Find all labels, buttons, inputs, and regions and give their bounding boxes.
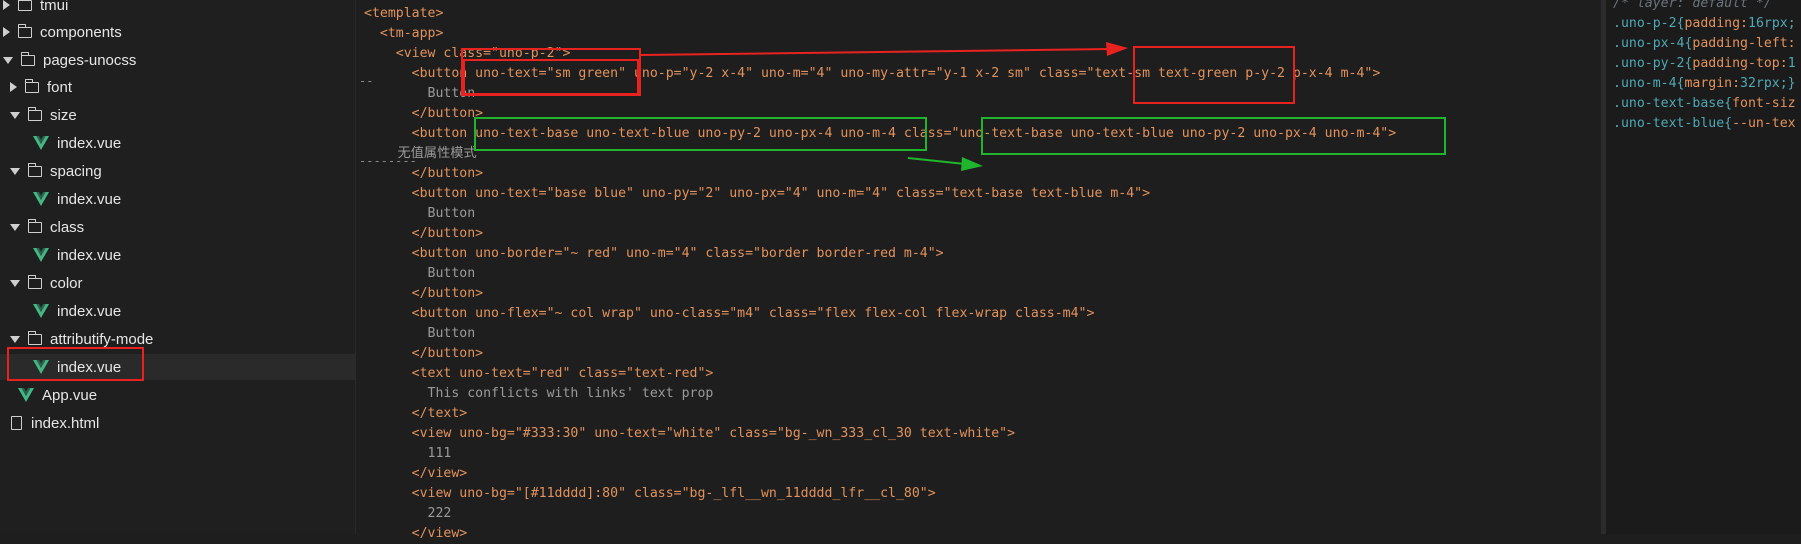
tree-folder-components[interactable]: components (0, 19, 358, 45)
code-line: </view> (364, 526, 468, 541)
code-line: </button> (364, 106, 484, 121)
tree-file-color-index-vue[interactable]: index.vue (0, 298, 388, 324)
vue-icon (33, 136, 49, 150)
chevron-down-icon (10, 223, 20, 231)
tree-item-label: index.vue (57, 190, 122, 208)
folder-icon (24, 78, 39, 93)
css-rule: .uno-text-base{font-siz (1613, 96, 1796, 111)
code-line: This conflicts with links' text prop (364, 386, 714, 401)
tree-file-size-index-vue[interactable]: index.vue (0, 130, 388, 156)
folder-icon (17, 23, 32, 38)
tree-item-label: components (40, 23, 122, 41)
tree-item-label: index.vue (57, 246, 122, 264)
code-line: </view> (364, 466, 468, 481)
tree-item-label: font (47, 78, 73, 96)
vue-icon (33, 248, 49, 262)
tree-folder-pages-unocss[interactable]: pages-unocss (0, 47, 358, 73)
folder-icon (20, 51, 35, 66)
code-line: <button uno-flex="~ col wrap" uno-class=… (364, 306, 1095, 321)
chevron-down-icon (10, 167, 20, 175)
tree-item-label: class (50, 218, 85, 236)
code-line: <button uno-text="sm green" uno-p="y-2 x… (364, 66, 1381, 81)
css-rule: .uno-px-4{padding-left: (1613, 36, 1796, 51)
tree-file-index-html[interactable]: index.html (0, 410, 366, 436)
tree-folder-size[interactable]: size (0, 102, 365, 128)
tree-item-label: index.vue (57, 358, 122, 376)
code-line: 222 (364, 506, 452, 521)
file-explorer: tmui components pages-unocss font size i… (0, 0, 388, 534)
code-line: </button> (364, 226, 484, 241)
chevron-right-icon (10, 82, 17, 92)
tree-item-label: pages-unocss (43, 51, 137, 69)
tree-item-label: tmui (40, 0, 69, 14)
tree-item-label: index.vue (57, 302, 122, 320)
code-line: 无值属性模式 (364, 146, 477, 161)
chevron-down-icon (10, 279, 20, 287)
chevron-right-icon (3, 0, 10, 10)
folder-icon (17, 0, 32, 11)
tree-item-label: size (50, 106, 77, 124)
tree-folder-class[interactable]: class (0, 214, 365, 240)
tree-file-class-index-vue[interactable]: index.vue (0, 242, 388, 268)
vue-icon (33, 360, 49, 374)
code-line: <button uno-border="~ red" uno-m="4" cla… (364, 246, 944, 261)
code-line: </button> (364, 346, 484, 361)
folder-icon (27, 330, 42, 345)
folder-icon (27, 106, 42, 121)
code-line: Button (364, 86, 476, 101)
code-line: Button (364, 266, 476, 281)
chevron-right-icon (3, 27, 10, 37)
chevron-down-icon (10, 111, 20, 119)
code-line: <button uno-text-base uno-text-blue uno-… (364, 126, 1397, 141)
tree-file-app-vue[interactable]: App.vue (0, 382, 373, 408)
code-line: </text> (364, 406, 468, 421)
code-line: <view uno-bg="#333:30" uno-text="white" … (364, 426, 1016, 441)
code-line: <tm-app> (364, 26, 444, 41)
css-rule: .uno-m-4{margin:32rpx;} (1613, 76, 1796, 91)
folder-icon (27, 162, 42, 177)
folder-icon (27, 218, 42, 233)
vue-icon (18, 388, 34, 402)
tree-item-label: spacing (50, 162, 102, 180)
folder-icon (27, 274, 42, 289)
chevron-down-icon (10, 335, 20, 343)
tree-item-label: index.vue (57, 134, 122, 152)
code-line: Button (364, 326, 476, 341)
code-editor[interactable]: -- -------- <template> <tm-app> <view cl… (356, 0, 1600, 541)
chevron-down-icon (3, 56, 13, 64)
vue-icon (33, 304, 49, 318)
code-line: <button uno-text="base blue" uno-py="2" … (364, 186, 1151, 201)
code-line: </button> (364, 166, 484, 181)
code-line: <text uno-text="red" class="text-red"> (364, 366, 714, 381)
file-icon (11, 416, 22, 430)
tree-item-label: App.vue (42, 386, 98, 404)
tree-folder-attributify-mode[interactable]: attributify-mode (0, 326, 365, 352)
tree-file-spacing-index-vue[interactable]: index.vue (0, 186, 388, 212)
tree-folder-tmui[interactable]: tmui (0, 0, 358, 18)
tree-item-label: index.html (31, 414, 100, 432)
code-line: </button> (364, 286, 484, 301)
vue-icon (33, 192, 49, 206)
css-rule: .uno-p-2{padding:16rpx; (1613, 16, 1796, 31)
css-comment: /* layer: default */ (1613, 0, 1772, 11)
tree-item-label: color (50, 274, 83, 292)
code-line: <view uno-bg="[#11dddd]:80" class="bg-_l… (364, 486, 936, 501)
code-line: 111 (364, 446, 452, 461)
tree-folder-font[interactable]: font (0, 74, 365, 100)
code-line: Button (364, 206, 476, 221)
tree-file-attributify-index-vue[interactable]: index.vue (0, 354, 388, 380)
generated-css-panel[interactable]: /* layer: default */ .uno-p-2{padding:16… (1601, 0, 1801, 534)
css-rule: .uno-text-blue{--un-tex (1613, 116, 1796, 131)
css-rule: .uno-py-2{padding-top:1 (1613, 56, 1796, 71)
tree-item-label: attributify-mode (50, 330, 154, 348)
tree-folder-spacing[interactable]: spacing (0, 158, 365, 184)
code-line: <template> (364, 6, 444, 21)
code-line: <view class="uno-p-2"> (364, 46, 571, 61)
tree-folder-color[interactable]: color (0, 270, 365, 296)
